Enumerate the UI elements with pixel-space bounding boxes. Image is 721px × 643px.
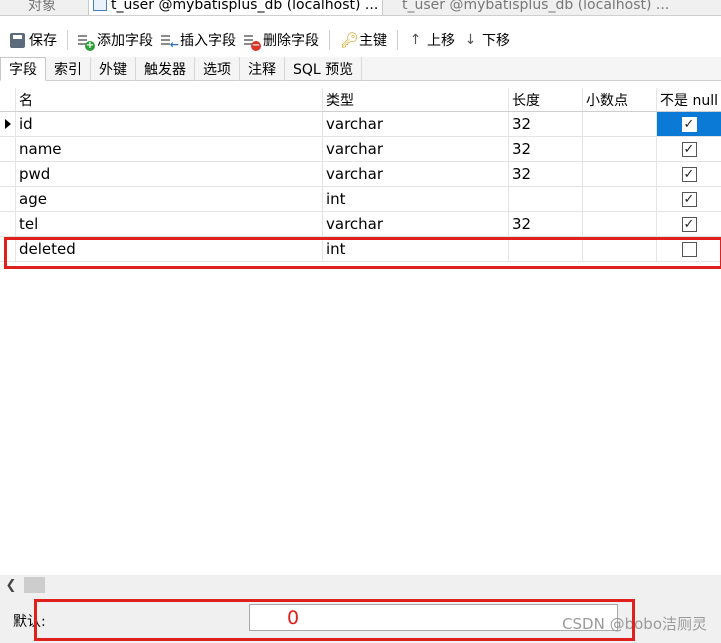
row-selector[interactable] (0, 137, 16, 161)
arrow-up-icon: ↑ (409, 31, 422, 48)
tab-objects-label: 对象 (28, 0, 56, 14)
scrollbar-thumb[interactable] (24, 577, 45, 593)
move-up-label: 上移 (427, 33, 455, 49)
delete-field-icon (244, 32, 261, 51)
toolbar-divider (397, 30, 398, 50)
table-row[interactable]: age int ✓ (0, 187, 721, 212)
deleted-row-highlight (4, 237, 721, 269)
subtab-sql-preview[interactable]: SQL 预览 (285, 57, 363, 81)
toolbar-divider (329, 30, 330, 50)
move-up-button[interactable]: ↑ 上移 (404, 28, 459, 52)
row-selector-header (0, 88, 16, 111)
field-name-cell[interactable]: tel (16, 212, 323, 236)
add-field-icon (78, 32, 95, 51)
move-down-label: 下移 (482, 33, 510, 49)
column-header-type[interactable]: 类型 (323, 88, 509, 111)
subtab-foreign-keys[interactable]: 外键 (91, 57, 136, 81)
not-null-cell[interactable]: ✓ (657, 137, 721, 161)
document-tabs: 对象 t_user @mybatisplus_db (localhost) ..… (0, 0, 721, 16)
insert-field-button[interactable]: 插入字段 (157, 28, 240, 52)
table-designer: 对象 t_user @mybatisplus_db (localhost) ..… (0, 0, 721, 643)
subtab-triggers[interactable]: 触发器 (136, 57, 195, 81)
field-type-cell[interactable]: int (323, 187, 509, 211)
tab-table-data-label: t_user @mybatisplus_db (localhost) ... (402, 0, 670, 13)
insert-field-label: 插入字段 (180, 33, 236, 49)
default-value-highlight (34, 599, 635, 641)
designer-toolbar: 保存 添加字段 插入字段 删除字段 🔑︎ 主键 ↑ 上移 ↓ 下移 (0, 26, 721, 54)
field-decimals-cell[interactable] (583, 137, 657, 161)
grid-header-row: 名 类型 长度 小数点 不是 null (0, 88, 721, 112)
field-name-cell[interactable]: pwd (16, 162, 323, 186)
field-length-cell[interactable]: 32 (509, 112, 583, 136)
field-decimals-cell[interactable] (583, 162, 657, 186)
column-header-not-null[interactable]: 不是 null (657, 88, 721, 111)
field-decimals-cell[interactable] (583, 212, 657, 236)
arrow-down-icon: ↓ (464, 31, 477, 48)
horizontal-scrollbar[interactable]: ❮ (0, 575, 721, 595)
field-name-cell[interactable]: age (16, 187, 323, 211)
row-selector[interactable] (0, 162, 16, 186)
designer-subtabs: 字段 索引 外键 触发器 选项 注释 SQL 预览 (0, 57, 721, 81)
key-icon: 🔑︎ (340, 30, 360, 49)
save-button[interactable]: 保存 (6, 28, 61, 52)
field-decimals-cell[interactable] (583, 112, 657, 136)
field-type-cell[interactable]: varchar (323, 212, 509, 236)
field-length-cell[interactable]: 32 (509, 162, 583, 186)
not-null-cell[interactable]: ✓ (657, 112, 721, 136)
column-header-decimals[interactable]: 小数点 (583, 88, 657, 111)
fields-grid: 名 类型 长度 小数点 不是 null id varchar 32 ✓ name… (0, 88, 721, 262)
not-null-checkbox[interactable]: ✓ (681, 116, 697, 132)
not-null-checkbox[interactable]: ✓ (681, 141, 697, 157)
column-header-name[interactable]: 名 (16, 88, 323, 111)
primary-key-button[interactable]: 🔑︎ 主键 (336, 28, 391, 52)
table-row[interactable]: name varchar 32 ✓ (0, 137, 721, 162)
row-selector[interactable] (0, 212, 16, 236)
field-length-cell[interactable] (509, 187, 583, 211)
field-type-cell[interactable]: varchar (323, 162, 509, 186)
row-selector[interactable] (0, 112, 16, 136)
subtab-fields[interactable]: 字段 (0, 57, 46, 81)
row-selector[interactable] (0, 187, 16, 211)
toolbar-divider (67, 30, 68, 50)
field-decimals-cell[interactable] (583, 187, 657, 211)
delete-field-button[interactable]: 删除字段 (240, 28, 323, 52)
field-name-cell[interactable]: id (16, 112, 323, 136)
not-null-checkbox[interactable]: ✓ (681, 216, 697, 232)
add-field-label: 添加字段 (97, 33, 153, 49)
table-row[interactable]: pwd varchar 32 ✓ (0, 162, 721, 187)
column-header-length[interactable]: 长度 (509, 88, 583, 111)
tab-table-design-label: t_user @mybatisplus_db (localhost) ... (111, 0, 379, 13)
not-null-cell[interactable]: ✓ (657, 212, 721, 236)
field-type-cell[interactable]: varchar (323, 137, 509, 161)
move-down-button[interactable]: ↓ 下移 (459, 28, 514, 52)
subtab-comment[interactable]: 注释 (240, 57, 285, 81)
tab-table-design[interactable]: t_user @mybatisplus_db (localhost) ... (88, 0, 384, 15)
save-label: 保存 (29, 33, 57, 49)
field-type-cell[interactable]: varchar (323, 112, 509, 136)
primary-key-label: 主键 (359, 33, 387, 49)
table-row[interactable]: id varchar 32 ✓ (0, 112, 721, 137)
field-length-cell[interactable]: 32 (509, 212, 583, 236)
add-field-button[interactable]: 添加字段 (74, 28, 157, 52)
not-null-cell[interactable]: ✓ (657, 162, 721, 186)
current-row-pointer-icon (4, 119, 11, 129)
field-name-cell[interactable]: name (16, 137, 323, 161)
field-length-cell[interactable]: 32 (509, 137, 583, 161)
insert-field-icon (161, 32, 179, 51)
subtab-indexes[interactable]: 索引 (46, 57, 91, 81)
scroll-left-icon[interactable]: ❮ (0, 575, 22, 595)
not-null-checkbox[interactable]: ✓ (681, 191, 697, 207)
not-null-cell[interactable]: ✓ (657, 187, 721, 211)
save-icon (10, 32, 25, 48)
table-row[interactable]: tel varchar 32 ✓ (0, 212, 721, 237)
tab-objects[interactable]: 对象 (24, 0, 60, 15)
tab-table-data[interactable]: t_user @mybatisplus_db (localhost) ... (398, 0, 673, 15)
not-null-checkbox[interactable]: ✓ (681, 166, 697, 182)
subtab-options[interactable]: 选项 (195, 57, 240, 81)
delete-field-label: 删除字段 (263, 33, 319, 49)
table-design-icon (93, 0, 107, 11)
